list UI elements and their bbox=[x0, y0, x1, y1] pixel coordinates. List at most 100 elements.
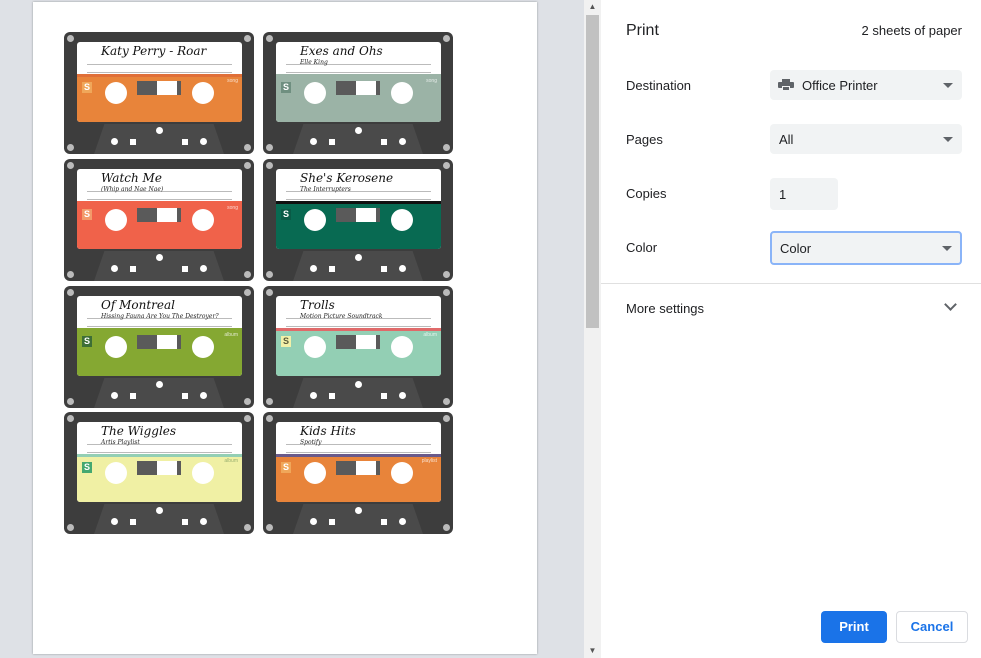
reel-icon bbox=[391, 82, 413, 104]
cassette-tag: album bbox=[423, 332, 437, 338]
s-icon: S bbox=[281, 336, 291, 347]
color-select[interactable]: Color bbox=[770, 231, 962, 265]
cassette-tag: song bbox=[227, 78, 238, 84]
color-value: Color bbox=[780, 241, 812, 256]
divider bbox=[601, 283, 981, 284]
cassette-subtitle: Spotify bbox=[300, 439, 322, 446]
scroll-down-arrow-icon[interactable]: ▼ bbox=[584, 644, 601, 658]
s-icon: S bbox=[281, 209, 291, 220]
s-icon: S bbox=[82, 462, 92, 473]
cassette-subtitle: (Whip and Nae Nae) bbox=[101, 186, 164, 193]
reel-icon bbox=[192, 336, 214, 358]
destination-value: Office Printer bbox=[802, 78, 878, 93]
cassette-label: She's Kerosene The Interrupters S bbox=[276, 169, 441, 249]
panel-title: Print bbox=[626, 22, 659, 39]
reel-icon bbox=[105, 462, 127, 484]
reel-icon bbox=[105, 209, 127, 231]
cassette-subtitle: Artis Playlist bbox=[101, 439, 140, 446]
cassette-label: Katy Perry - Roar S song bbox=[77, 42, 242, 122]
reel-icon bbox=[192, 209, 214, 231]
cassette-tag: album bbox=[224, 332, 238, 338]
cassette: Watch Me (Whip and Nae Nae) S song bbox=[64, 159, 254, 281]
reel-icon bbox=[304, 336, 326, 358]
reel-icon bbox=[391, 336, 413, 358]
cassette-tag: playlist bbox=[421, 458, 437, 464]
pages-value: All bbox=[779, 132, 794, 147]
cassette-label: Kids Hits Spotify S playlist bbox=[276, 422, 441, 502]
s-icon: S bbox=[82, 336, 92, 347]
tape-window bbox=[137, 335, 181, 349]
reel-icon bbox=[304, 82, 326, 104]
cassette: The Wiggles Artis Playlist S album bbox=[64, 412, 254, 534]
tape-window bbox=[336, 81, 380, 95]
cassette-title: The Wiggles bbox=[101, 424, 177, 438]
cassette-tag: song bbox=[426, 78, 437, 84]
print-button[interactable]: Print bbox=[821, 611, 887, 643]
copies-value: 1 bbox=[779, 187, 787, 202]
cassette-title: Watch Me bbox=[101, 171, 162, 185]
cassette-subtitle: The Interrupters bbox=[300, 186, 351, 193]
tape-window bbox=[336, 461, 380, 475]
cassette: She's Kerosene The Interrupters S bbox=[263, 159, 453, 281]
copies-label: Copies bbox=[626, 186, 667, 201]
cassette: Exes and Ohs Elle King S song bbox=[263, 32, 453, 154]
cassette-label: The Wiggles Artis Playlist S album bbox=[77, 422, 242, 502]
cassette-tag: song bbox=[227, 205, 238, 211]
print-settings-panel: Print 2 sheets of paper Destination Offi… bbox=[601, 0, 981, 658]
cassette-subtitle: Elle King bbox=[300, 59, 328, 66]
pages-label: Pages bbox=[626, 132, 663, 147]
chevron-down-icon bbox=[942, 246, 952, 251]
s-icon: S bbox=[281, 462, 291, 473]
cassette-label: Of Montreal Hissing Fauna Are You The De… bbox=[77, 296, 242, 376]
scroll-thumb[interactable] bbox=[586, 15, 599, 328]
tape-window bbox=[336, 335, 380, 349]
reel-icon bbox=[192, 462, 214, 484]
s-icon: S bbox=[281, 82, 291, 93]
copies-input[interactable]: 1 bbox=[770, 178, 838, 210]
expand-chevron-icon[interactable] bbox=[944, 298, 957, 311]
cassette-label: Watch Me (Whip and Nae Nae) S song bbox=[77, 169, 242, 249]
cancel-button[interactable]: Cancel bbox=[896, 611, 968, 643]
cassette: Of Montreal Hissing Fauna Are You The De… bbox=[64, 286, 254, 408]
sheet-count: 2 sheets of paper bbox=[861, 23, 962, 38]
reel-icon bbox=[391, 209, 413, 231]
cassette-label: Trolls Motion Picture Soundtrack S album bbox=[276, 296, 441, 376]
cassette-title: Katy Perry - Roar bbox=[101, 44, 207, 58]
tape-window bbox=[137, 461, 181, 475]
cassette-tag: album bbox=[224, 458, 238, 464]
s-icon: S bbox=[82, 82, 92, 93]
cassette-title: Trolls bbox=[300, 298, 335, 312]
cassette: Katy Perry - Roar S song bbox=[64, 32, 254, 154]
more-settings-toggle[interactable]: More settings bbox=[626, 301, 704, 316]
cassette-label: Exes and Ohs Elle King S song bbox=[276, 42, 441, 122]
pages-select[interactable]: All bbox=[770, 124, 962, 154]
reel-icon bbox=[105, 336, 127, 358]
reel-icon bbox=[391, 462, 413, 484]
scroll-up-arrow-icon[interactable]: ▲ bbox=[584, 0, 601, 14]
reel-icon bbox=[304, 209, 326, 231]
reel-icon bbox=[304, 462, 326, 484]
tape-window bbox=[137, 208, 181, 222]
cassette-title: Of Montreal bbox=[101, 298, 175, 312]
cassette-subtitle: Motion Picture Soundtrack bbox=[300, 313, 383, 320]
preview-page: Katy Perry - Roar S song Exes and Ohs El… bbox=[33, 2, 537, 654]
cassette-title: Kids Hits bbox=[300, 424, 356, 438]
tape-window bbox=[336, 208, 380, 222]
chevron-down-icon bbox=[943, 137, 953, 142]
color-label: Color bbox=[626, 240, 658, 255]
print-preview-area: Katy Perry - Roar S song Exes and Ohs El… bbox=[0, 0, 584, 658]
printer-icon bbox=[778, 79, 794, 91]
reel-icon bbox=[105, 82, 127, 104]
destination-label: Destination bbox=[626, 78, 692, 93]
cassette-title: Exes and Ohs bbox=[300, 44, 383, 58]
cassette-subtitle: Hissing Fauna Are You The Destroyer? bbox=[101, 313, 219, 320]
tape-window bbox=[137, 81, 181, 95]
cassette-title: She's Kerosene bbox=[300, 171, 394, 185]
cassette: Kids Hits Spotify S playlist bbox=[263, 412, 453, 534]
chevron-down-icon bbox=[943, 83, 953, 88]
preview-scrollbar[interactable]: ▲ ▼ bbox=[584, 0, 601, 658]
destination-select[interactable]: Office Printer bbox=[770, 70, 962, 100]
s-icon: S bbox=[82, 209, 92, 220]
cassette: Trolls Motion Picture Soundtrack S album bbox=[263, 286, 453, 408]
reel-icon bbox=[192, 82, 214, 104]
